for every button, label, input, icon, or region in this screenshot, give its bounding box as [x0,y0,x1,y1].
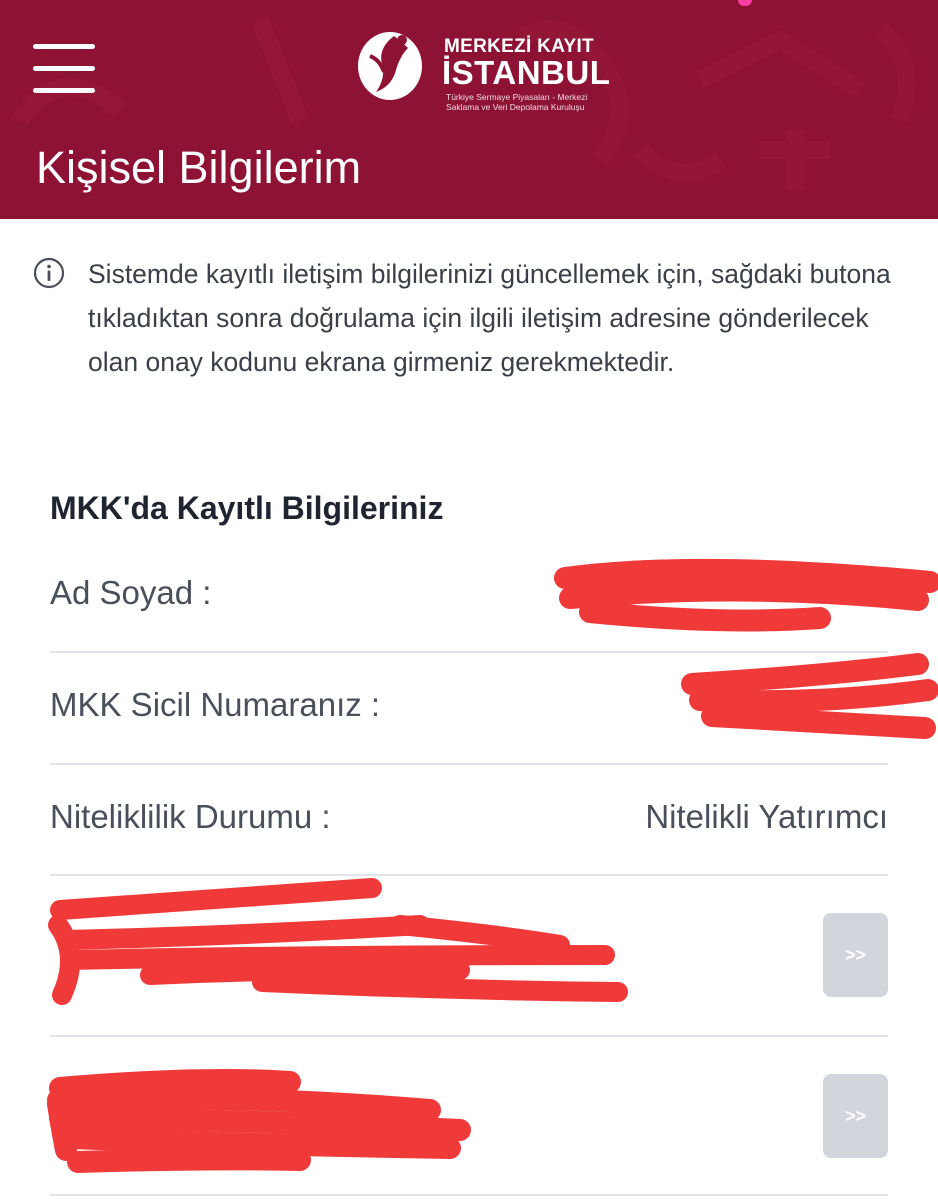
section-title: MKK'da Kayıtlı Bilgileriniz [50,490,444,526]
divider [50,1194,888,1196]
app-header: MERKEZİ KAYIT İSTANBUL Türkiye Sermaye P… [0,0,938,219]
row-label: Ad Soyad : [50,574,212,611]
contact-update-button-1[interactable]: >> [823,913,888,997]
divider [50,1035,888,1037]
row-label: Niteliklilik Durumu : [50,798,331,835]
redaction-contact-1 [48,878,628,1005]
row-ad-soyad: Ad Soyad : [50,574,888,620]
divider [50,763,888,765]
info-message: Sistemde kayıtlı iletişim bilgilerinizi … [88,259,891,377]
redaction-contact-2 [47,1069,471,1173]
logo-tagline-2: Saklama ve Veri Depolama Kuruluşu [446,102,585,112]
divider [50,651,888,653]
hamburger-menu-icon[interactable] [33,44,95,94]
row-niteliklilik-durumu: Niteliklilik Durumu : Nitelikli Yatırımc… [50,798,888,844]
mkk-logo-icon [358,32,422,100]
logo-tagline: Türkiye Sermaye Piyasaları - Merkezi Sak… [446,92,616,112]
page-title: Kişisel Bilgilerim [36,142,362,193]
divider [50,874,888,876]
info-circle-icon [33,257,65,289]
row-value: Nitelikli Yatırımcı [645,798,888,835]
row-label: MKK Sicil Numaranız : [50,686,381,723]
row-sicil-numarasi: MKK Sicil Numaranız : [50,686,888,732]
logo-line2: İSTANBUL [442,54,611,91]
logo-tagline-1: Türkiye Sermaye Piyasaları - Merkezi [446,92,588,102]
contact-update-button-2[interactable]: >> [823,1074,888,1158]
mkk-logo[interactable]: MERKEZİ KAYIT İSTANBUL Türkiye Sermaye P… [356,24,610,116]
